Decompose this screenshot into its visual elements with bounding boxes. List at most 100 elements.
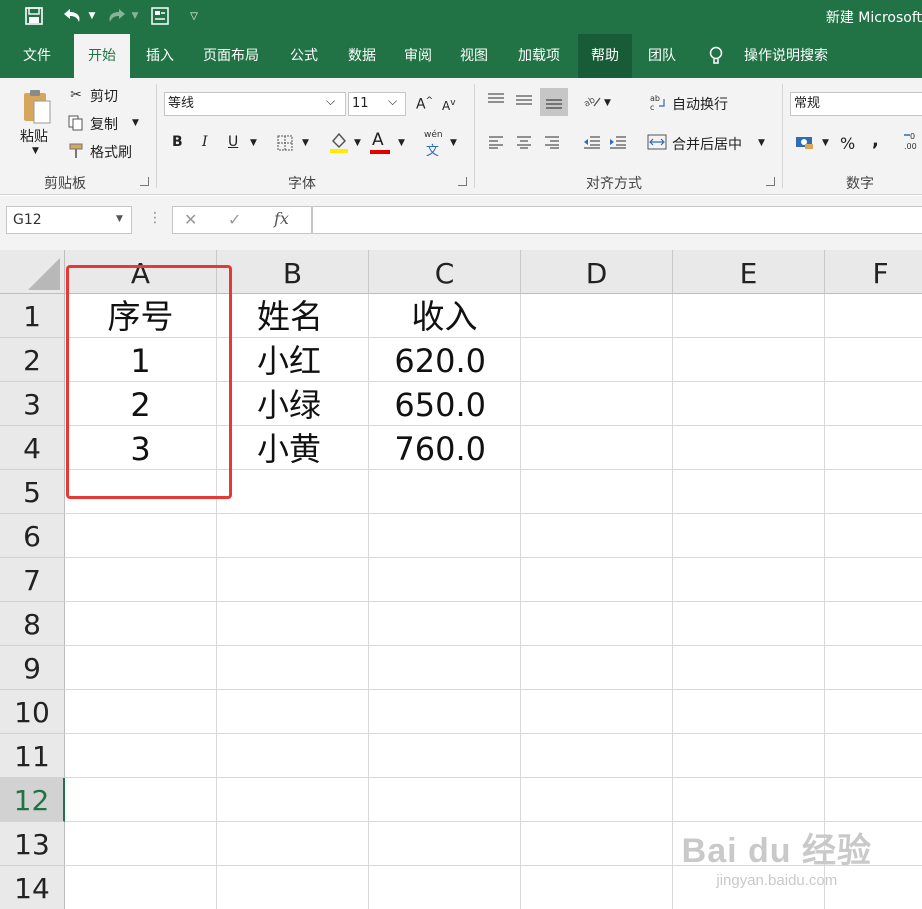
orientation-icon[interactable]: ab xyxy=(580,90,604,110)
grid-cell[interactable] xyxy=(673,602,825,646)
row-header-12[interactable]: 12 xyxy=(0,778,65,822)
tab-view[interactable]: 视图 xyxy=(448,34,500,78)
grid-cell[interactable] xyxy=(217,866,369,909)
grid-cell[interactable] xyxy=(217,690,369,734)
form-icon[interactable] xyxy=(148,5,172,27)
copy-dropdown-icon[interactable]: ▼ xyxy=(132,118,139,128)
grid-cell[interactable] xyxy=(825,294,922,338)
copy-button[interactable]: 复制 xyxy=(90,114,118,134)
grid-cell[interactable] xyxy=(217,470,369,514)
grid-cell[interactable] xyxy=(369,470,521,514)
undo-dropdown-icon[interactable]: ▼ xyxy=(86,5,98,27)
column-header-c[interactable]: C xyxy=(369,250,521,294)
tab-formulas[interactable]: 公式 xyxy=(276,34,332,78)
font-color-dropdown-icon[interactable]: ▼ xyxy=(398,138,405,148)
grid-cell[interactable] xyxy=(65,602,217,646)
font-name-box[interactable]: 等线 xyxy=(164,92,346,116)
percent-style-button[interactable]: % xyxy=(840,134,855,153)
grid-cell[interactable] xyxy=(65,866,217,909)
grid-cell[interactable] xyxy=(521,514,673,558)
wrap-text-icon[interactable]: ab c xyxy=(648,92,668,112)
grid-cell[interactable] xyxy=(369,514,521,558)
accounting-format-icon[interactable] xyxy=(794,132,816,152)
grid-cell[interactable] xyxy=(521,734,673,778)
grid-cell[interactable] xyxy=(369,646,521,690)
grid-cell[interactable] xyxy=(521,470,673,514)
fill-color-dropdown-icon[interactable]: ▼ xyxy=(354,138,361,148)
paste-button[interactable]: 粘贴 xyxy=(20,126,48,146)
grid-cell[interactable] xyxy=(825,514,922,558)
font-dialog-launcher[interactable] xyxy=(458,177,467,186)
grid-cell[interactable] xyxy=(369,690,521,734)
row-header-5[interactable]: 5 xyxy=(0,470,65,514)
redo-icon[interactable] xyxy=(104,5,130,27)
row-header-10[interactable]: 10 xyxy=(0,690,65,734)
row-header-14[interactable]: 14 xyxy=(0,866,65,909)
grid-cell[interactable] xyxy=(217,822,369,866)
grid-cell[interactable] xyxy=(65,514,217,558)
comma-style-button[interactable]: , xyxy=(872,130,879,151)
grid-cell[interactable] xyxy=(65,558,217,602)
cell-b3[interactable]: 小绿 xyxy=(217,382,369,426)
row-header-6[interactable]: 6 xyxy=(0,514,65,558)
format-painter-button[interactable]: 格式刷 xyxy=(90,142,132,162)
cell-c4[interactable]: 760.0 xyxy=(369,426,521,470)
grid-cell[interactable] xyxy=(673,558,825,602)
tab-file[interactable]: 文件 xyxy=(8,34,66,78)
column-header-e[interactable]: E xyxy=(673,250,825,294)
align-right-icon[interactable] xyxy=(540,132,564,152)
grid-cell[interactable] xyxy=(369,602,521,646)
merge-dropdown-icon[interactable]: ▼ xyxy=(758,138,765,148)
grid-cell[interactable] xyxy=(521,646,673,690)
grid-cell[interactable] xyxy=(217,734,369,778)
row-header-7[interactable]: 7 xyxy=(0,558,65,602)
increase-indent-icon[interactable] xyxy=(606,132,630,152)
format-painter-icon[interactable] xyxy=(66,142,86,160)
grid-cell[interactable] xyxy=(217,778,369,822)
underline-dropdown-icon[interactable]: ▼ xyxy=(250,138,257,148)
cell-b1[interactable]: 姓名 xyxy=(217,294,369,338)
align-left-icon[interactable] xyxy=(484,132,508,152)
column-header-d[interactable]: D xyxy=(521,250,673,294)
row-header-11[interactable]: 11 xyxy=(0,734,65,778)
tell-me-search[interactable]: 操作说明搜索 xyxy=(736,34,836,78)
merge-center-button[interactable]: 合并后居中 xyxy=(672,134,742,154)
grid-cell[interactable] xyxy=(825,646,922,690)
italic-button[interactable]: I xyxy=(202,134,208,150)
number-format-box[interactable]: 常规 xyxy=(790,92,922,116)
orientation-dropdown-icon[interactable]: ▼ xyxy=(604,98,611,108)
align-center-icon[interactable] xyxy=(512,132,536,152)
grid-cell[interactable] xyxy=(825,690,922,734)
cell-b2[interactable]: 小红 xyxy=(217,338,369,382)
copy-icon[interactable] xyxy=(66,114,86,132)
tab-team[interactable]: 团队 xyxy=(636,34,688,78)
decrease-indent-icon[interactable] xyxy=(580,132,604,152)
cut-icon[interactable]: ✂ xyxy=(66,86,86,104)
grid-cell[interactable] xyxy=(521,778,673,822)
grid-cell[interactable] xyxy=(65,690,217,734)
grid-cell[interactable] xyxy=(369,558,521,602)
grid-cell[interactable] xyxy=(673,646,825,690)
fill-color-icon[interactable] xyxy=(328,130,350,154)
grid-cell[interactable] xyxy=(521,338,673,382)
grid-cell[interactable] xyxy=(825,470,922,514)
redo-dropdown-icon[interactable]: ▼ xyxy=(130,5,140,27)
grid-cell[interactable] xyxy=(673,470,825,514)
tab-page-layout[interactable]: 页面布局 xyxy=(192,34,270,78)
grid-cell[interactable] xyxy=(825,778,922,822)
grid-cell[interactable] xyxy=(65,646,217,690)
clipboard-dialog-launcher[interactable] xyxy=(140,177,149,186)
name-box[interactable]: G12 xyxy=(6,206,132,234)
grid-cell[interactable] xyxy=(65,822,217,866)
grid-cell[interactable] xyxy=(65,734,217,778)
grid-cell[interactable] xyxy=(673,338,825,382)
grid-cell[interactable] xyxy=(521,602,673,646)
name-box-dropdown-icon[interactable]: ▼ xyxy=(116,214,123,224)
increase-font-icon[interactable]: A^ xyxy=(416,96,433,113)
grid-cell[interactable] xyxy=(673,426,825,470)
grid-cell[interactable] xyxy=(521,382,673,426)
row-header-4[interactable]: 4 xyxy=(0,426,65,470)
row-header-3[interactable]: 3 xyxy=(0,382,65,426)
lightbulb-icon[interactable] xyxy=(704,34,728,78)
grid-cell[interactable] xyxy=(673,382,825,426)
